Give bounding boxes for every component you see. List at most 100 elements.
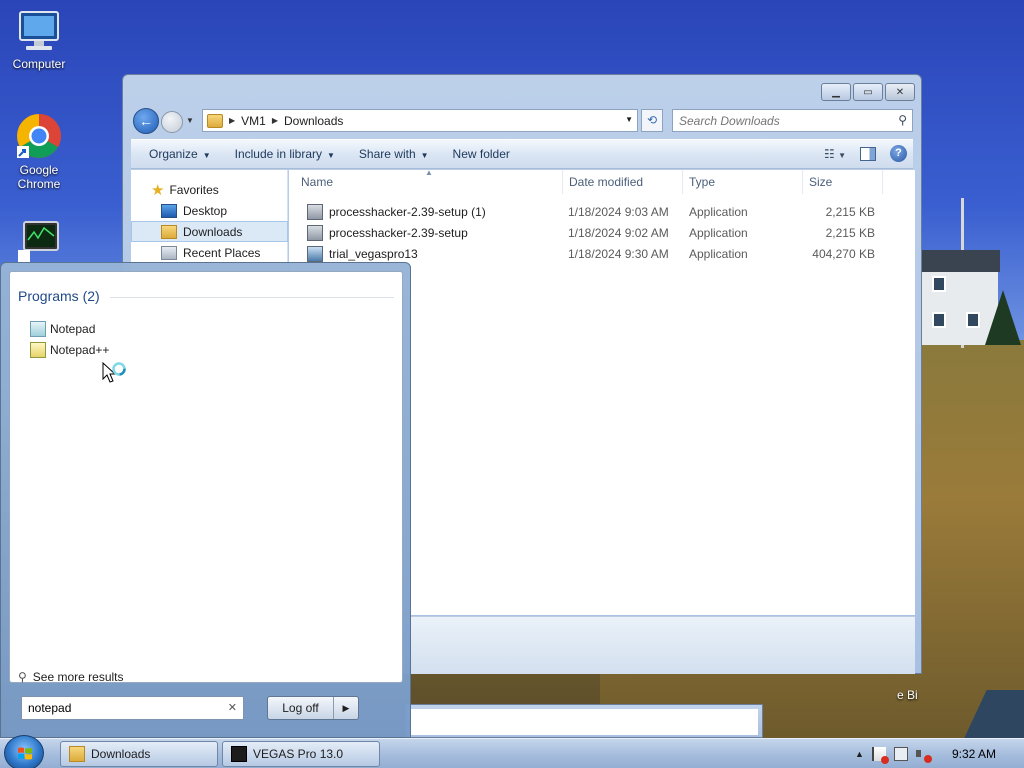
new-folder-button[interactable]: New folder bbox=[453, 147, 510, 161]
desktop-icon-label: Google Chrome bbox=[17, 163, 61, 191]
file-size: 2,215 KB bbox=[825, 226, 875, 240]
help-icon[interactable]: ? bbox=[890, 145, 907, 162]
window-caption-buttons: ▁ ▭ ✕ bbox=[821, 83, 915, 101]
file-date: 1/18/2024 9:02 AM bbox=[568, 226, 669, 240]
see-more-results-link[interactable]: ⚲ See more results bbox=[18, 670, 124, 684]
nav-item-recent-places[interactable]: Recent Places bbox=[131, 242, 288, 263]
nav-item-favorites[interactable]: ★ Favorites bbox=[131, 179, 288, 200]
nav-item-label: Favorites bbox=[169, 182, 219, 197]
shutdown-options-button[interactable]: ▶ bbox=[334, 697, 358, 719]
network-icon[interactable] bbox=[893, 747, 908, 761]
desktop-icon bbox=[161, 203, 177, 218]
search-icon: ⚲ bbox=[18, 670, 27, 684]
recent-places-icon bbox=[161, 245, 177, 260]
new-folder-label: New folder bbox=[452, 147, 510, 161]
busy-cursor-icon bbox=[102, 362, 126, 383]
chevron-down-icon: ▼ bbox=[420, 151, 429, 160]
application-icon bbox=[307, 246, 323, 262]
column-header-size[interactable]: Size bbox=[803, 170, 883, 194]
command-bar: Organize ▼ Include in library ▼ Share with… bbox=[131, 139, 913, 169]
table-row[interactable]: processhacker-2.39-setup 1/18/2024 9:02 … bbox=[289, 223, 915, 244]
desktop-icon-process-hacker[interactable] bbox=[3, 220, 75, 265]
desktop-icon-computer[interactable]: Computer bbox=[3, 10, 75, 71]
file-size: 2,215 KB bbox=[825, 205, 875, 219]
start-menu[interactable]: Programs (2) Notepad Notepad++ ⚲ See mor… bbox=[0, 262, 411, 738]
column-header-label: Type bbox=[689, 175, 716, 189]
address-bar[interactable]: ▶ VM1 ▶ Downloads ▼ bbox=[202, 109, 638, 132]
arrow-left-icon: ← bbox=[139, 113, 153, 129]
view-options-button[interactable]: ☷ ▼ bbox=[824, 147, 846, 161]
column-header-date[interactable]: Date modified bbox=[563, 170, 683, 194]
taskbar-item-vegas-pro[interactable]: VEGAS Pro 13.0 bbox=[222, 741, 380, 767]
chevron-right-icon: ▶ bbox=[342, 703, 350, 713]
action-center-flag-icon[interactable] bbox=[871, 747, 889, 764]
share-with-menu[interactable]: Share with ▼ bbox=[359, 147, 429, 161]
start-search-input[interactable] bbox=[22, 697, 217, 719]
result-notepad-plus-plus[interactable]: Notepad++ bbox=[30, 340, 109, 360]
monitor-app-icon bbox=[18, 221, 59, 262]
nav-item-downloads[interactable]: Downloads bbox=[131, 221, 288, 242]
preview-pane-button[interactable] bbox=[860, 146, 876, 161]
refresh-icon: ⟲ bbox=[646, 113, 658, 127]
maximize-icon: ▭ bbox=[863, 86, 873, 98]
column-header-name[interactable]: Name ▲ bbox=[289, 168, 563, 194]
include-in-library-menu[interactable]: Include in library ▼ bbox=[235, 147, 335, 161]
taskbar: Downloads VEGAS Pro 13.0 ▲ 9:32 AM bbox=[0, 735, 1024, 768]
chevron-down-icon: ▼ bbox=[327, 151, 335, 160]
back-button[interactable]: ← bbox=[133, 108, 159, 134]
nav-item-desktop[interactable]: Desktop bbox=[131, 200, 288, 221]
close-button[interactable]: ✕ bbox=[885, 83, 915, 101]
volume-muted-icon[interactable] bbox=[915, 747, 932, 763]
share-with-label: Share with bbox=[358, 147, 416, 161]
start-search-box[interactable]: ✕ bbox=[21, 696, 244, 720]
sort-ascending-icon: ▲ bbox=[425, 168, 433, 177]
see-more-label: See more results bbox=[32, 670, 124, 684]
maximize-button[interactable]: ▭ bbox=[853, 83, 883, 101]
file-date: 1/18/2024 9:30 AM bbox=[568, 247, 669, 261]
taskbar-item-downloads[interactable]: Downloads bbox=[60, 741, 218, 767]
taskbar-item-label: Downloads bbox=[91, 747, 151, 761]
file-name: processhacker-2.39-setup bbox=[329, 226, 468, 240]
background-window-strip bbox=[405, 704, 763, 738]
clear-search-icon[interactable]: ✕ bbox=[228, 701, 237, 714]
computer-icon bbox=[19, 11, 59, 50]
table-row[interactable]: processhacker-2.39-setup (1) 1/18/2024 9… bbox=[289, 202, 915, 223]
file-type: Application bbox=[689, 205, 748, 219]
search-input[interactable] bbox=[673, 110, 883, 131]
result-notepad[interactable]: Notepad bbox=[30, 319, 95, 339]
breadcrumb-vm1[interactable]: VM1 bbox=[241, 114, 266, 128]
organize-label: Organize bbox=[149, 147, 198, 161]
search-results-panel: Programs (2) Notepad Notepad++ ⚲ See mor… bbox=[9, 271, 403, 684]
minimize-button[interactable]: ▁ bbox=[821, 83, 851, 101]
address-history-dropdown[interactable]: ▼ bbox=[625, 115, 633, 124]
column-header-label: Date modified bbox=[569, 175, 644, 189]
forward-button[interactable] bbox=[161, 111, 183, 133]
search-box[interactable]: ⚲ bbox=[672, 109, 913, 132]
notepad-icon bbox=[30, 321, 46, 337]
windows-logo-icon bbox=[18, 747, 32, 760]
breadcrumb-downloads[interactable]: Downloads bbox=[284, 114, 343, 128]
application-icon bbox=[307, 204, 323, 220]
file-name: trial_vegaspro13 bbox=[329, 247, 418, 261]
minimize-icon: ▁ bbox=[832, 86, 840, 98]
organize-menu[interactable]: Organize ▼ bbox=[149, 147, 211, 161]
search-icon[interactable]: ⚲ bbox=[898, 113, 907, 127]
address-row: ← ▼ ▶ VM1 ▶ Downloads ▼ ⟲ ⚲ bbox=[131, 107, 913, 135]
clock[interactable]: 9:32 AM bbox=[952, 747, 996, 761]
recent-pages-dropdown[interactable]: ▼ bbox=[186, 116, 194, 125]
show-hidden-icons-button[interactable]: ▲ bbox=[855, 749, 864, 759]
breadcrumb-separator-icon[interactable]: ▶ bbox=[272, 116, 278, 125]
breadcrumb-separator-icon[interactable]: ▶ bbox=[229, 116, 235, 125]
result-label: Notepad++ bbox=[50, 343, 110, 357]
file-date: 1/18/2024 9:03 AM bbox=[568, 205, 669, 219]
taskbar-item-label: VEGAS Pro 13.0 bbox=[253, 747, 344, 761]
column-header-type[interactable]: Type bbox=[683, 170, 803, 194]
star-icon: ★ bbox=[151, 181, 165, 199]
refresh-button[interactable]: ⟲ bbox=[641, 109, 663, 132]
start-button[interactable] bbox=[4, 735, 44, 768]
log-off-button[interactable]: Log off ▶ bbox=[267, 696, 359, 720]
file-type: Application bbox=[689, 247, 748, 261]
view-controls: ☷ ▼ ? bbox=[824, 145, 907, 162]
programs-heading: Programs (2) bbox=[18, 288, 100, 304]
desktop-icon-chrome[interactable]: Google Chrome bbox=[3, 112, 75, 191]
